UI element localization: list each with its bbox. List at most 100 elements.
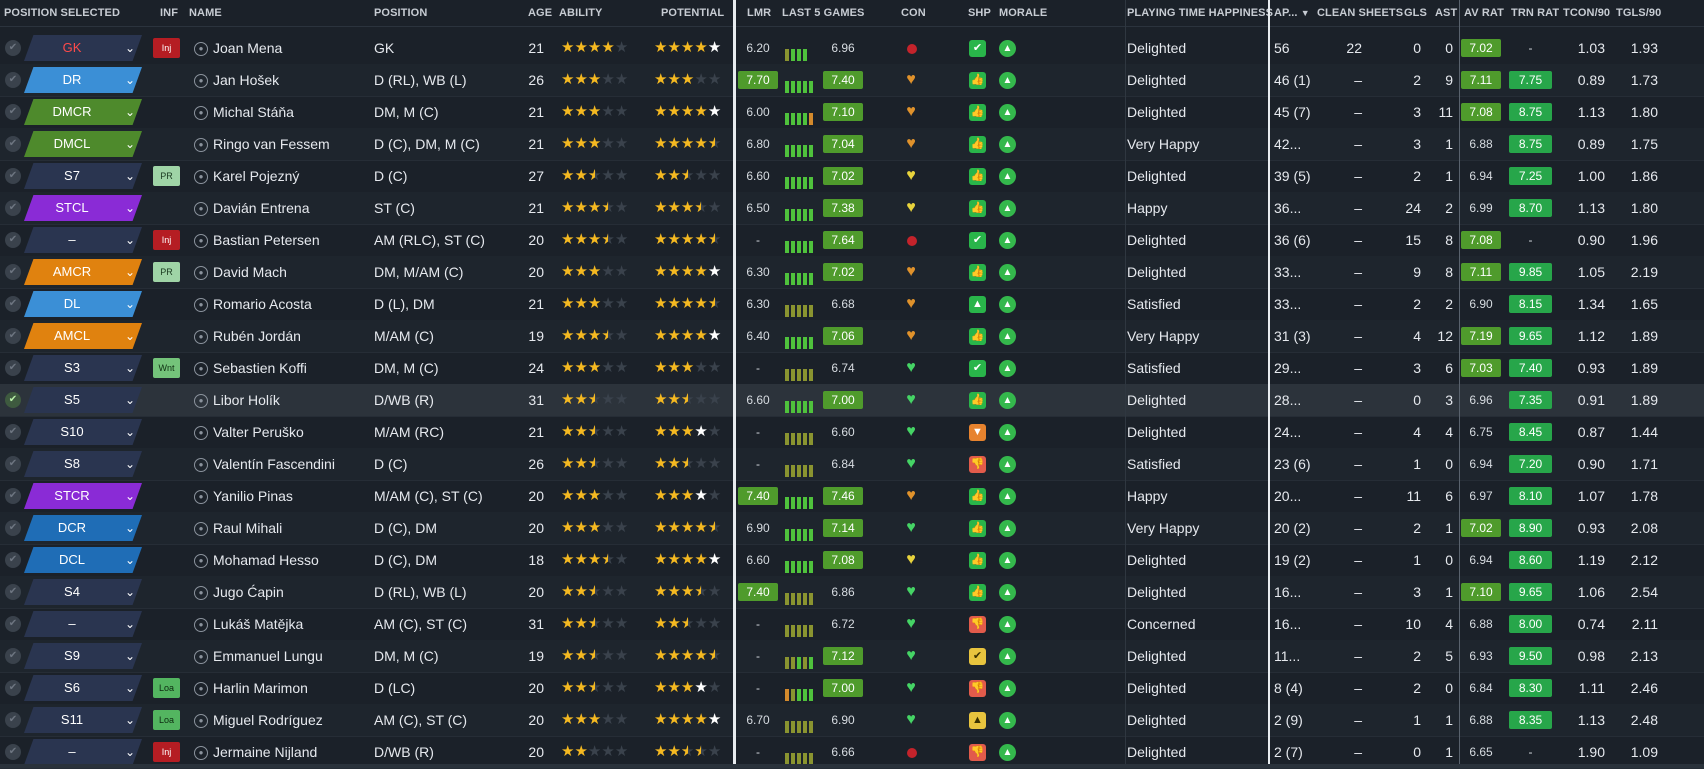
info-badge[interactable]: Loa bbox=[153, 678, 180, 698]
select-check-icon[interactable]: ✔ bbox=[5, 328, 21, 344]
col-inf[interactable]: INF bbox=[160, 0, 178, 26]
position-select-dropdown[interactable]: S11 ⌄ bbox=[24, 707, 142, 733]
player-name[interactable]: Mohamad Hesso bbox=[213, 544, 319, 576]
table-row[interactable]: ✔ S5 ⌄ ● Libor Holík D/WB (R) 31 ★★★ ★★ ★ … bbox=[0, 384, 1704, 417]
info-badge[interactable]: Inj bbox=[153, 38, 180, 58]
select-check-icon[interactable]: ✔ bbox=[5, 136, 21, 152]
table-row[interactable]: ✔ DMCL ⌄ ● Ringo van Fessem D (C), DM, M… bbox=[0, 128, 1704, 161]
select-check-icon[interactable]: ✔ bbox=[5, 456, 21, 472]
col-position[interactable]: POSITION bbox=[374, 0, 427, 26]
player-name[interactable]: Emmanuel Lungu bbox=[213, 640, 323, 672]
select-check-icon[interactable]: ✔ bbox=[5, 488, 21, 504]
player-name[interactable]: Rubén Jordán bbox=[213, 320, 301, 352]
position-select-dropdown[interactable]: STCL ⌄ bbox=[24, 195, 142, 221]
position-select-dropdown[interactable]: AMCR ⌄ bbox=[24, 259, 142, 285]
select-check-icon[interactable]: ✔ bbox=[5, 40, 21, 56]
col-ast[interactable]: AST bbox=[1435, 0, 1457, 26]
col-position-selected[interactable]: POSITION SELECTED bbox=[4, 0, 120, 26]
position-select-dropdown[interactable]: S9 ⌄ bbox=[24, 643, 142, 669]
player-name[interactable]: Sebastien Koffi bbox=[213, 352, 307, 384]
info-badge[interactable]: Inj bbox=[153, 742, 180, 762]
player-name[interactable]: Jan Hošek bbox=[213, 64, 279, 96]
position-select-dropdown[interactable]: DCL ⌄ bbox=[24, 547, 142, 573]
col-clean-sheets[interactable]: CLEAN SHEETS bbox=[1317, 0, 1403, 26]
table-row[interactable]: ✔ S9 ⌄ ● Emmanuel Lungu DM, M (C) 19 ★★★… bbox=[0, 640, 1704, 673]
position-select-dropdown[interactable]: S5 ⌄ bbox=[24, 387, 142, 413]
select-check-icon[interactable]: ✔ bbox=[5, 168, 21, 184]
select-check-icon[interactable]: ✔ bbox=[5, 296, 21, 312]
info-badge[interactable]: PR bbox=[153, 166, 180, 186]
player-name[interactable]: Bastian Petersen bbox=[213, 224, 320, 256]
horizontal-scrollbar[interactable] bbox=[0, 764, 1704, 768]
position-select-dropdown[interactable]: S3 ⌄ bbox=[24, 355, 142, 381]
table-row[interactable]: ✔ S8 ⌄ ● Valentín Fascendini D (C) 26 ★★… bbox=[0, 448, 1704, 481]
player-name[interactable]: Romario Acosta bbox=[213, 288, 312, 320]
table-row[interactable]: ✔ GK ⌄ Inj ● Joan Mena GK 21 ★★★★★ ★★★★★… bbox=[0, 32, 1704, 65]
position-select-dropdown[interactable]: GK ⌄ bbox=[24, 35, 142, 61]
player-name[interactable]: Yanilio Pinas bbox=[213, 480, 293, 512]
col-name[interactable]: NAME bbox=[189, 0, 222, 26]
player-name[interactable]: Jugo Ćapin bbox=[213, 576, 284, 608]
position-select-dropdown[interactable]: S7 ⌄ bbox=[24, 163, 142, 189]
table-row[interactable]: ✔ STCL ⌄ ● Davián Entrena ST (C) 21 ★★★★… bbox=[0, 192, 1704, 225]
player-name[interactable]: Davián Entrena bbox=[213, 192, 310, 224]
select-check-icon[interactable]: ✔ bbox=[5, 712, 21, 728]
player-name[interactable]: Harlin Marimon bbox=[213, 672, 308, 704]
position-select-dropdown[interactable]: S10 ⌄ bbox=[24, 419, 142, 445]
select-check-icon[interactable]: ✔ bbox=[5, 264, 21, 280]
table-row[interactable]: ✔ DCL ⌄ ● Mohamad Hesso D (C), DM 18 ★★★… bbox=[0, 544, 1704, 577]
table-row[interactable]: ✔ STCR ⌄ ● Yanilio Pinas M/AM (C), ST (C… bbox=[0, 480, 1704, 513]
table-row[interactable]: ✔ AMCR ⌄ PR ● David Mach DM, M/AM (C) 20… bbox=[0, 256, 1704, 289]
table-row[interactable]: ✔ DL ⌄ ● Romario Acosta D (L), DM 21 ★★★… bbox=[0, 288, 1704, 321]
position-select-dropdown[interactable]: DR ⌄ bbox=[24, 67, 142, 93]
select-check-icon[interactable]: ✔ bbox=[5, 72, 21, 88]
select-check-icon[interactable]: ✔ bbox=[5, 744, 21, 760]
select-check-icon[interactable]: ✔ bbox=[5, 648, 21, 664]
col-potential[interactable]: POTENTIAL bbox=[661, 0, 724, 26]
select-check-icon[interactable]: ✔ bbox=[5, 424, 21, 440]
player-name[interactable]: Valentín Fascendini bbox=[213, 448, 335, 480]
col-ability[interactable]: ABILITY bbox=[559, 0, 602, 26]
player-name[interactable]: Raul Mihali bbox=[213, 512, 282, 544]
col-con[interactable]: CON bbox=[901, 0, 926, 26]
table-row[interactable]: ✔ – ⌄ ● Lukáš Matějka AM (C), ST (C) 31 … bbox=[0, 608, 1704, 641]
position-select-dropdown[interactable]: S6 ⌄ bbox=[24, 675, 142, 701]
table-row[interactable]: ✔ S6 ⌄ Loa ● Harlin Marimon D (LC) 20 ★★… bbox=[0, 672, 1704, 705]
col-trn-rat[interactable]: TRN RAT bbox=[1511, 0, 1559, 26]
select-check-icon[interactable]: ✔ bbox=[5, 552, 21, 568]
position-select-dropdown[interactable]: STCR ⌄ bbox=[24, 483, 142, 509]
position-select-dropdown[interactable]: DCR ⌄ bbox=[24, 515, 142, 541]
position-select-dropdown[interactable]: S8 ⌄ bbox=[24, 451, 142, 477]
table-row[interactable]: ✔ S4 ⌄ ● Jugo Ćapin D (RL), WB (L) 20 ★★… bbox=[0, 576, 1704, 609]
col-tcon90[interactable]: TCON/90 bbox=[1563, 0, 1610, 26]
table-row[interactable]: ✔ DCR ⌄ ● Raul Mihali D (C), DM 20 ★★★★★… bbox=[0, 512, 1704, 545]
info-badge[interactable]: Wnt bbox=[153, 358, 180, 378]
player-name[interactable]: Libor Holík bbox=[213, 384, 280, 416]
position-select-dropdown[interactable]: – ⌄ bbox=[24, 739, 142, 765]
select-check-icon[interactable]: ✔ bbox=[5, 520, 21, 536]
select-check-icon[interactable]: ✔ bbox=[5, 232, 21, 248]
player-name[interactable]: Joan Mena bbox=[213, 32, 282, 64]
player-name[interactable]: Valter Peruško bbox=[213, 416, 304, 448]
position-select-dropdown[interactable]: – ⌄ bbox=[24, 227, 142, 253]
select-check-icon[interactable]: ✔ bbox=[5, 200, 21, 216]
position-select-dropdown[interactable]: – ⌄ bbox=[24, 611, 142, 637]
col-apps[interactable]: AP... ▼ bbox=[1274, 0, 1310, 26]
player-name[interactable]: Michal Stáňa bbox=[213, 96, 294, 128]
player-name[interactable]: Miguel Rodríguez bbox=[213, 704, 323, 736]
position-select-dropdown[interactable]: DMCL ⌄ bbox=[24, 131, 142, 157]
position-select-dropdown[interactable]: S4 ⌄ bbox=[24, 579, 142, 605]
table-row[interactable]: ✔ DR ⌄ ● Jan Hošek D (RL), WB (L) 26 ★★★… bbox=[0, 64, 1704, 97]
col-av-rat[interactable]: AV RAT bbox=[1464, 0, 1504, 26]
col-playing-time-happiness[interactable]: PLAYING TIME HAPPINESS bbox=[1127, 0, 1273, 26]
table-row[interactable]: ✔ S11 ⌄ Loa ● Miguel Rodríguez AM (C), S… bbox=[0, 704, 1704, 737]
col-tgls90[interactable]: TGLS/90 bbox=[1616, 0, 1661, 26]
info-badge[interactable]: PR bbox=[153, 262, 180, 282]
select-check-icon[interactable]: ✔ bbox=[5, 392, 21, 408]
select-check-icon[interactable]: ✔ bbox=[5, 360, 21, 376]
player-name[interactable]: David Mach bbox=[213, 256, 287, 288]
col-morale[interactable]: MORALE bbox=[999, 0, 1047, 26]
player-name[interactable]: Karel Pojezný bbox=[213, 160, 299, 192]
table-row[interactable]: ✔ – ⌄ Inj ● Bastian Petersen AM (RLC), S… bbox=[0, 224, 1704, 257]
select-check-icon[interactable]: ✔ bbox=[5, 584, 21, 600]
